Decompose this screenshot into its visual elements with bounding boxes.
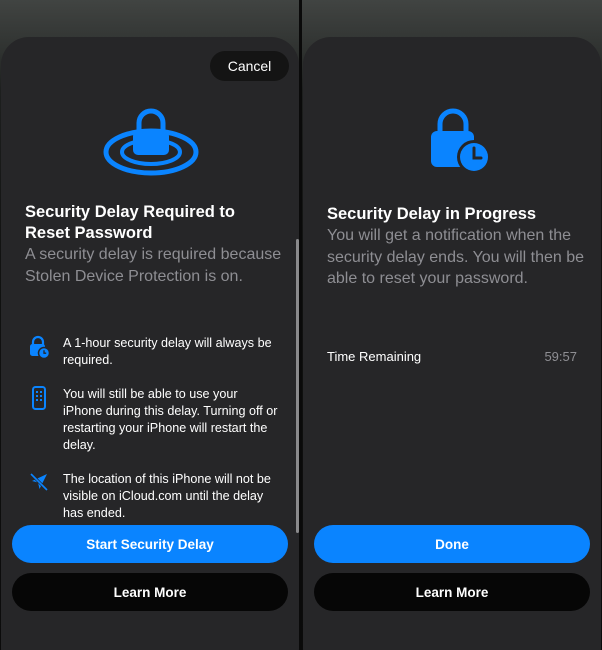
cancel-button[interactable]: Cancel — [210, 51, 289, 81]
list-item-text: The location of this iPhone will not be … — [63, 472, 271, 520]
page-subtitle: A security delay is required because Sto… — [25, 246, 282, 285]
time-remaining-row: Time Remaining 59:57 — [327, 349, 577, 364]
iphone-icon — [27, 386, 51, 412]
done-button[interactable]: Done — [314, 525, 590, 563]
time-remaining-label: Time Remaining — [327, 349, 422, 364]
screenshot-stage: Cancel Security Delay Required to Reset … — [0, 0, 602, 650]
security-delay-progress-sheet: Security Delay in Progress You will get … — [303, 37, 601, 650]
page-title: Security Delay Required to Reset Passwor… — [25, 203, 235, 242]
list-item-text: A 1-hour security delay will always be r… — [63, 336, 272, 367]
start-security-delay-button[interactable]: Start Security Delay — [12, 525, 288, 563]
security-delay-required-sheet: Cancel Security Delay Required to Reset … — [1, 37, 299, 650]
panel-divider — [299, 0, 302, 650]
lock-clock-icon — [431, 108, 491, 174]
page-title: Security Delay in Progress — [327, 205, 537, 223]
list-item: A 1-hour security delay will always be r… — [27, 335, 279, 369]
location-slash-icon — [27, 471, 51, 497]
learn-more-button[interactable]: Learn More — [12, 573, 288, 611]
time-remaining-value: 59:57 — [544, 349, 577, 364]
list-item: You will still be able to use your iPhon… — [27, 386, 279, 454]
list-item-text: You will still be able to use your iPhon… — [63, 387, 278, 452]
learn-more-button[interactable]: Learn More — [314, 573, 590, 611]
lock-clock-icon — [27, 335, 51, 361]
list-item: The location of this iPhone will not be … — [27, 471, 279, 522]
page-subtitle: You will get a notification when the sec… — [327, 227, 585, 287]
lock-rings-icon — [103, 108, 199, 176]
